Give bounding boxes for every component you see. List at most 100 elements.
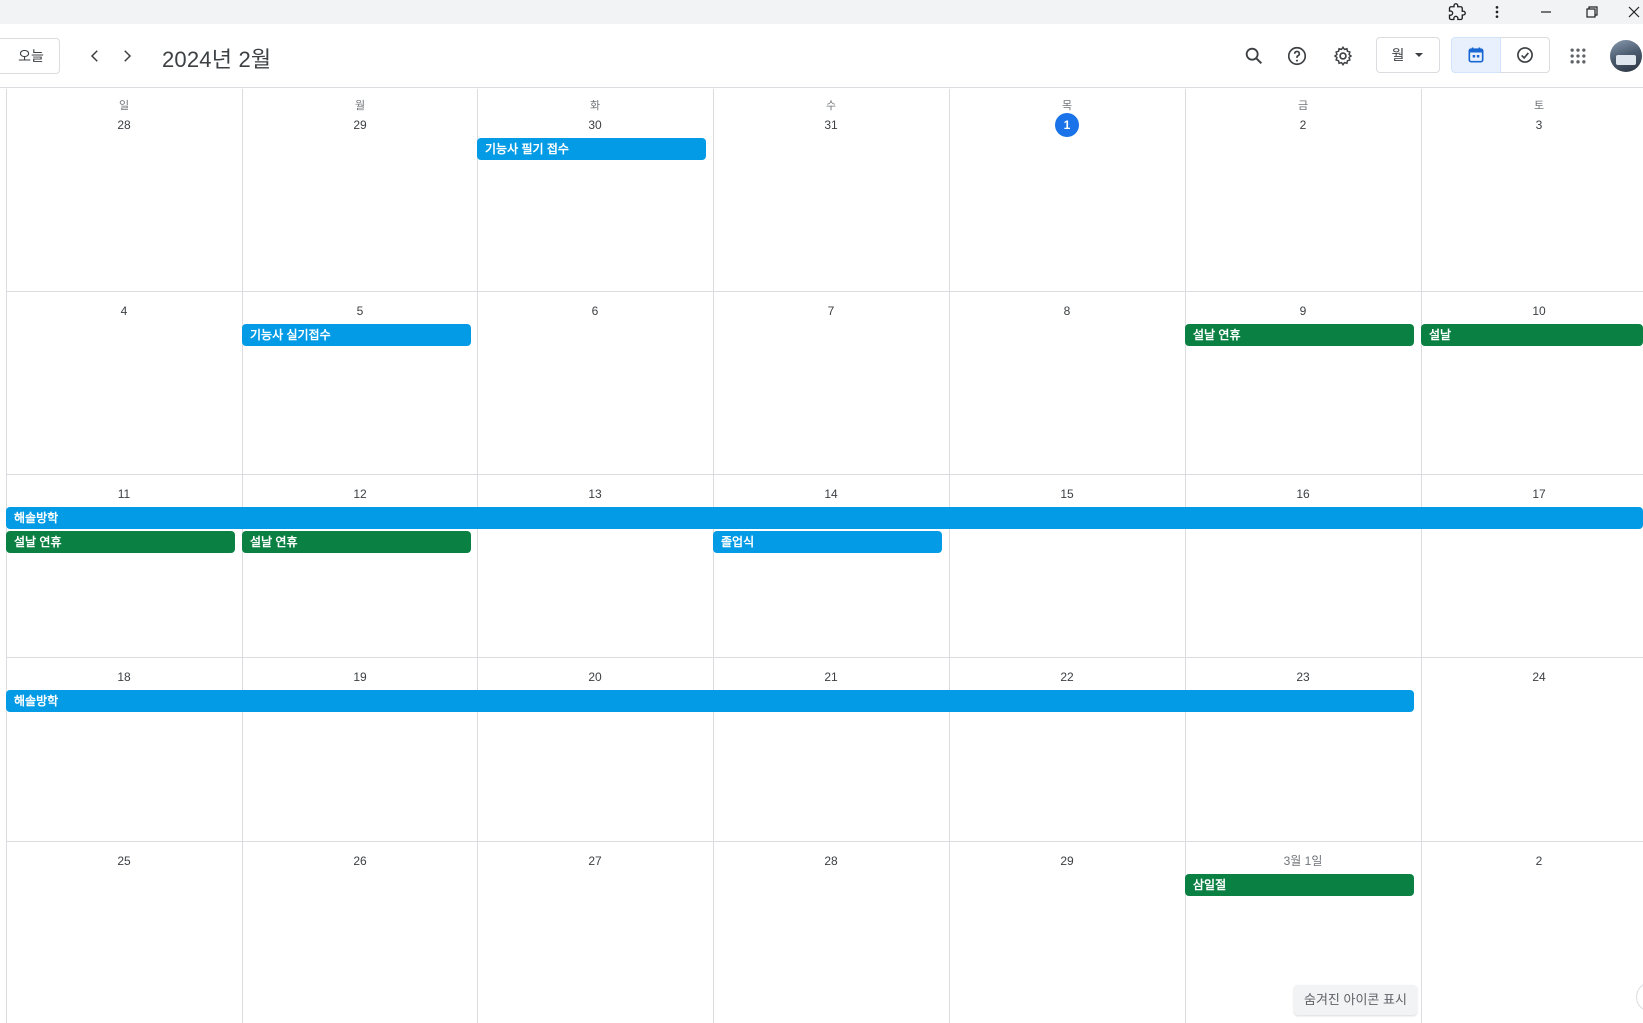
calendar-event[interactable]: 기능사 필기 접수 (477, 138, 706, 160)
day-number[interactable]: 1 (949, 113, 1185, 137)
weekday-header: 목 (1061, 100, 1073, 112)
day-number[interactable]: 3월 1일 (1185, 849, 1421, 873)
day-number-label: 5 (356, 304, 364, 318)
day-number[interactable]: 18 (6, 665, 242, 689)
calendar-event[interactable]: 설날 (1421, 324, 1643, 346)
day-number-label: 15 (1060, 487, 1074, 501)
day-number[interactable]: 29 (242, 113, 478, 137)
calendar-event[interactable]: 설날 연휴 (1185, 324, 1414, 346)
day-number[interactable]: 3 (1421, 113, 1643, 137)
grid-row-divider (6, 474, 1643, 475)
grid-row-divider (6, 291, 1643, 292)
calendar-event[interactable]: 삼일절 (1185, 874, 1414, 896)
day-number-label: 25 (117, 854, 131, 868)
day-number[interactable]: 27 (477, 849, 713, 873)
view-label: 월 (1391, 47, 1405, 63)
next-month-button[interactable] (113, 42, 141, 70)
day-number[interactable]: 28 (6, 113, 242, 137)
tasks-view-toggle[interactable] (1500, 37, 1550, 73)
day-number[interactable]: 14 (713, 482, 949, 506)
browser-title-bar (0, 0, 1643, 24)
task-check-icon (1516, 47, 1533, 63)
day-number[interactable]: 21 (713, 665, 949, 689)
day-number[interactable]: 11 (6, 482, 242, 506)
avatar[interactable] (1610, 40, 1642, 72)
weekday-header: 토 (1533, 100, 1545, 112)
day-number-label: 3월 1일 (1283, 854, 1323, 868)
day-number[interactable]: 26 (242, 849, 478, 873)
calendar-event[interactable]: 설날 연휴 (242, 531, 471, 553)
close-icon[interactable] (1614, 0, 1643, 24)
day-number-label: 13 (588, 487, 602, 501)
day-number[interactable]: 28 (713, 849, 949, 873)
day-number[interactable]: 15 (949, 482, 1185, 506)
day-number[interactable]: 30 (477, 113, 713, 137)
day-number[interactable]: 25 (6, 849, 242, 873)
day-number[interactable]: 19 (242, 665, 478, 689)
settings-icon (1333, 46, 1353, 66)
calendar-event[interactable]: 졸업식 (713, 531, 942, 553)
calendar-event[interactable]: 설날 연휴 (6, 531, 235, 553)
apps-button[interactable] (1558, 38, 1598, 74)
page-title: 2024년 2월 (162, 47, 272, 72)
day-number[interactable]: 20 (477, 665, 713, 689)
day-number[interactable]: 23 (1185, 665, 1421, 689)
calendar-header: 오늘 2024년 2월 월 (0, 24, 1643, 88)
day-number-label: 26 (353, 854, 367, 868)
day-number[interactable]: 5 (242, 299, 478, 323)
minimize-icon[interactable] (1526, 0, 1566, 24)
day-number-label: 23 (1296, 670, 1310, 684)
day-number[interactable]: 2 (1421, 849, 1643, 873)
restore-icon[interactable] (1572, 0, 1612, 24)
calendar-icon (1468, 47, 1484, 63)
day-number[interactable]: 2 (1185, 113, 1421, 137)
day-number-label: 2 (1299, 118, 1307, 132)
day-number-label: 29 (1060, 854, 1074, 868)
grid-column-divider (713, 89, 714, 1023)
grid-column-divider (1421, 89, 1422, 1023)
day-number-label: 1 (1055, 113, 1079, 137)
day-number[interactable]: 4 (6, 299, 242, 323)
weekday-header: 화 (589, 100, 601, 112)
calendar-view-toggle[interactable] (1451, 37, 1501, 73)
day-number-label: 3 (1535, 118, 1543, 132)
grid-column-divider (242, 89, 243, 1023)
view-selector[interactable]: 월 (1376, 37, 1440, 73)
weekday-header: 금 (1297, 100, 1309, 112)
search-button[interactable] (1234, 38, 1274, 74)
today-button[interactable]: 오늘 (0, 38, 60, 74)
tooltip: 숨겨진 아이콘 표시 (1294, 985, 1417, 1015)
day-number-label: 28 (117, 118, 131, 132)
day-number-label: 2 (1535, 854, 1543, 868)
calendar-event[interactable]: 해솔방학 (6, 690, 1414, 712)
help-icon (1287, 46, 1307, 66)
calendar-event[interactable]: 해솔방학 (6, 507, 1643, 529)
day-number[interactable]: 24 (1421, 665, 1643, 689)
calendar-event[interactable]: 기능사 실기접수 (242, 324, 471, 346)
day-number[interactable]: 12 (242, 482, 478, 506)
weekday-header: 수 (825, 100, 837, 112)
prev-month-button[interactable] (81, 42, 109, 70)
dropdown-arrow-icon (1415, 53, 1424, 57)
day-number[interactable]: 10 (1421, 299, 1643, 323)
day-number-label: 24 (1532, 670, 1546, 684)
day-number-label: 6 (591, 304, 599, 318)
day-number[interactable]: 8 (949, 299, 1185, 323)
day-number[interactable]: 7 (713, 299, 949, 323)
day-number[interactable]: 22 (949, 665, 1185, 689)
more-vert-icon[interactable] (1477, 0, 1517, 24)
chevron-right-icon (124, 50, 132, 62)
day-number[interactable]: 29 (949, 849, 1185, 873)
day-number[interactable]: 13 (477, 482, 713, 506)
grid-row-divider (6, 841, 1643, 842)
day-number[interactable]: 31 (713, 113, 949, 137)
day-number-label: 22 (1060, 670, 1074, 684)
day-number[interactable]: 16 (1185, 482, 1421, 506)
day-number[interactable]: 6 (477, 299, 713, 323)
help-button[interactable] (1277, 38, 1317, 74)
day-number[interactable]: 9 (1185, 299, 1421, 323)
day-number-label: 19 (353, 670, 367, 684)
extensions-icon[interactable] (1437, 0, 1477, 24)
day-number[interactable]: 17 (1421, 482, 1643, 506)
settings-button[interactable] (1323, 38, 1363, 74)
